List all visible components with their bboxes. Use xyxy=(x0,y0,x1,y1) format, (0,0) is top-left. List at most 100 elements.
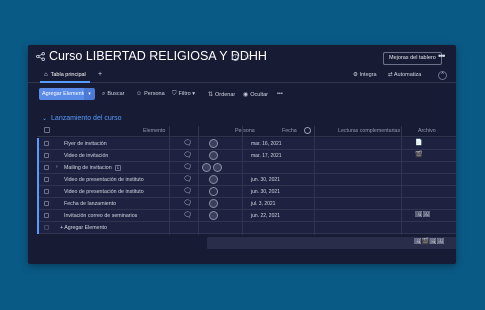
tab-main-table[interactable]: ⌂ Tabla principal xyxy=(40,70,90,83)
collapse-header-button[interactable]: ^ xyxy=(438,71,447,80)
toolbar-more-button[interactable]: ••• xyxy=(277,91,283,97)
add-item-dropdown-button[interactable]: ▾ xyxy=(84,88,95,100)
updates-icon[interactable]: 🗨 xyxy=(183,164,192,171)
add-item-label[interactable]: + Agregar Elemento xyxy=(60,225,107,231)
hide-button[interactable]: ◉ Ocultar xyxy=(243,91,268,98)
row-checkbox[interactable] xyxy=(44,189,49,194)
row-checkbox[interactable] xyxy=(44,213,49,218)
avatar[interactable] xyxy=(209,139,218,148)
table-row[interactable]: Flyer de invitación 🗨 mar. 16, 2021 📄 xyxy=(37,138,456,150)
avatar[interactable] xyxy=(213,163,222,172)
item-name[interactable]: Flyer de invitación xyxy=(64,141,107,147)
row-checkbox[interactable] xyxy=(44,201,49,206)
group-summary: 🖼🎬🖼🖼 xyxy=(207,237,456,249)
item-name[interactable]: Fecha de lanzamiento xyxy=(64,201,116,207)
updates-icon[interactable]: 🗨 xyxy=(183,200,192,207)
avatar[interactable] xyxy=(209,175,218,184)
column-header-item[interactable]: Elemento xyxy=(143,128,165,134)
table-row[interactable]: Fecha de lanzamiento 🗨 jul. 3, 2021 xyxy=(37,198,456,210)
filter-label: Filtro xyxy=(178,91,191,97)
item-name[interactable]: Video de presentación de instituto xyxy=(64,177,144,183)
item-name[interactable]: Invitación correo de seminarios xyxy=(64,213,137,219)
add-view-button[interactable]: + xyxy=(98,71,102,78)
star-icon[interactable]: ☆ xyxy=(243,51,251,62)
board-window: Curso LIBERTAD RELIGIOSA Y DDHH i ☆ Mejo… xyxy=(28,45,456,264)
search-button[interactable]: ⌕ Buscar xyxy=(102,91,125,98)
date-value[interactable]: jun. 22, 2021 xyxy=(251,213,280,219)
row-checkbox[interactable] xyxy=(44,165,49,170)
group-color-stripe xyxy=(37,210,39,222)
updates-icon[interactable]: 🗨 xyxy=(183,212,192,219)
expand-subitems-icon[interactable]: › xyxy=(56,164,58,170)
sort-icon: ⇅ xyxy=(208,92,214,98)
column-header-file[interactable]: Archivo xyxy=(418,128,436,134)
person-icon: ☺ xyxy=(136,91,143,97)
date-value[interactable]: jun. 30, 2021 xyxy=(251,189,280,195)
column-divider xyxy=(242,126,243,235)
table-row[interactable]: › Mailing de invitacion 1 🗨 xyxy=(37,162,456,174)
column-divider xyxy=(198,126,199,235)
sort-label: Ordenar xyxy=(215,92,236,98)
more-options-button[interactable]: ••• xyxy=(438,51,446,61)
home-icon: ⌂ xyxy=(44,72,48,78)
group-color-stripe xyxy=(37,186,39,198)
group-color-stripe xyxy=(37,198,39,210)
date-value[interactable]: mar. 17, 2021 xyxy=(251,153,282,159)
file-summary: 🖼🎬🖼🖼 xyxy=(414,239,445,245)
person-filter-button[interactable]: ☺ Persona xyxy=(136,91,165,97)
row-checkbox xyxy=(44,225,49,230)
item-name[interactable]: Video de presentación de instituto xyxy=(64,189,144,195)
updates-icon[interactable]: 🗨 xyxy=(183,176,192,183)
eye-icon: ◉ xyxy=(243,92,249,98)
improve-board-button[interactable]: Mejoras del tablero xyxy=(383,52,442,65)
table-row[interactable]: Video de presentación de instituto 🗨 jun… xyxy=(37,174,456,186)
hide-label: Ocultar xyxy=(250,92,268,98)
group-title[interactable]: ⌄ Lanzamiento del curso xyxy=(42,115,121,122)
table-row[interactable]: Video de presentación de instituto 🗨 jun… xyxy=(37,186,456,198)
item-name[interactable]: Video de invitación xyxy=(64,153,108,159)
column-divider xyxy=(169,126,170,235)
avatar[interactable] xyxy=(209,151,218,160)
avatar[interactable] xyxy=(202,163,211,172)
group-color-stripe xyxy=(37,174,39,186)
item-name-label: Mailing de invitacion xyxy=(64,165,112,171)
row-checkbox[interactable] xyxy=(44,153,49,158)
column-header-date[interactable]: Fecha xyxy=(282,128,297,134)
avatar[interactable] xyxy=(209,187,218,196)
group-color-stripe xyxy=(37,138,39,150)
integrate-icon: ⚙ xyxy=(353,72,358,78)
date-info-icon[interactable] xyxy=(304,127,311,134)
filter-button[interactable]: ⛉ Filtro ▾ xyxy=(172,91,195,98)
item-name[interactable]: Mailing de invitacion 1 xyxy=(64,165,121,171)
board-header: Curso LIBERTAD RELIGIOSA Y DDHH i ☆ Mejo… xyxy=(28,45,456,66)
file-icon[interactable]: 🖼🖼 xyxy=(415,212,430,219)
table-row[interactable]: Invitación correo de seminarios 🗨 jun. 2… xyxy=(37,210,456,222)
share-icon[interactable] xyxy=(36,52,45,61)
integrate-button[interactable]: ⚙ Integra xyxy=(353,72,377,78)
column-header-readings[interactable]: Lecturas complementarias xyxy=(338,128,400,134)
add-item-row[interactable]: + Agregar Elemento xyxy=(37,222,456,234)
updates-icon[interactable]: 🗨 xyxy=(183,188,192,195)
integrate-label: Integra xyxy=(359,72,377,78)
updates-icon[interactable]: 🗨 xyxy=(183,140,192,147)
select-all-checkbox[interactable] xyxy=(44,127,50,133)
row-checkbox[interactable] xyxy=(44,141,49,146)
updates-icon[interactable]: 🗨 xyxy=(183,152,192,159)
avatar[interactable] xyxy=(209,199,218,208)
info-icon[interactable]: i xyxy=(232,54,239,61)
table-row[interactable]: Video de invitación 🗨 mar. 17, 2021 🎬 xyxy=(37,150,456,162)
file-icon[interactable]: 🎬 xyxy=(415,152,422,159)
automate-button[interactable]: ⇄ Automatiza xyxy=(388,72,421,78)
date-value[interactable]: mar. 16, 2021 xyxy=(251,141,282,147)
group-title-label: Lanzamiento del curso xyxy=(51,115,122,122)
column-header-person[interactable]: Persona xyxy=(235,128,255,134)
avatar[interactable] xyxy=(209,211,218,220)
date-value[interactable]: jun. 30, 2021 xyxy=(251,177,280,183)
row-checkbox[interactable] xyxy=(44,177,49,182)
group-color-stripe xyxy=(37,162,39,174)
board-toolbar: Agregar Elemento ▾ ⌕ Buscar ☺ Persona ⛉ Fil… xyxy=(28,87,456,103)
date-value[interactable]: jul. 3, 2021 xyxy=(251,201,275,207)
file-icon[interactable]: 📄 xyxy=(415,140,422,147)
subitem-count-badge: 1 xyxy=(114,165,121,171)
sort-button[interactable]: ⇅ Ordenar xyxy=(208,91,235,98)
